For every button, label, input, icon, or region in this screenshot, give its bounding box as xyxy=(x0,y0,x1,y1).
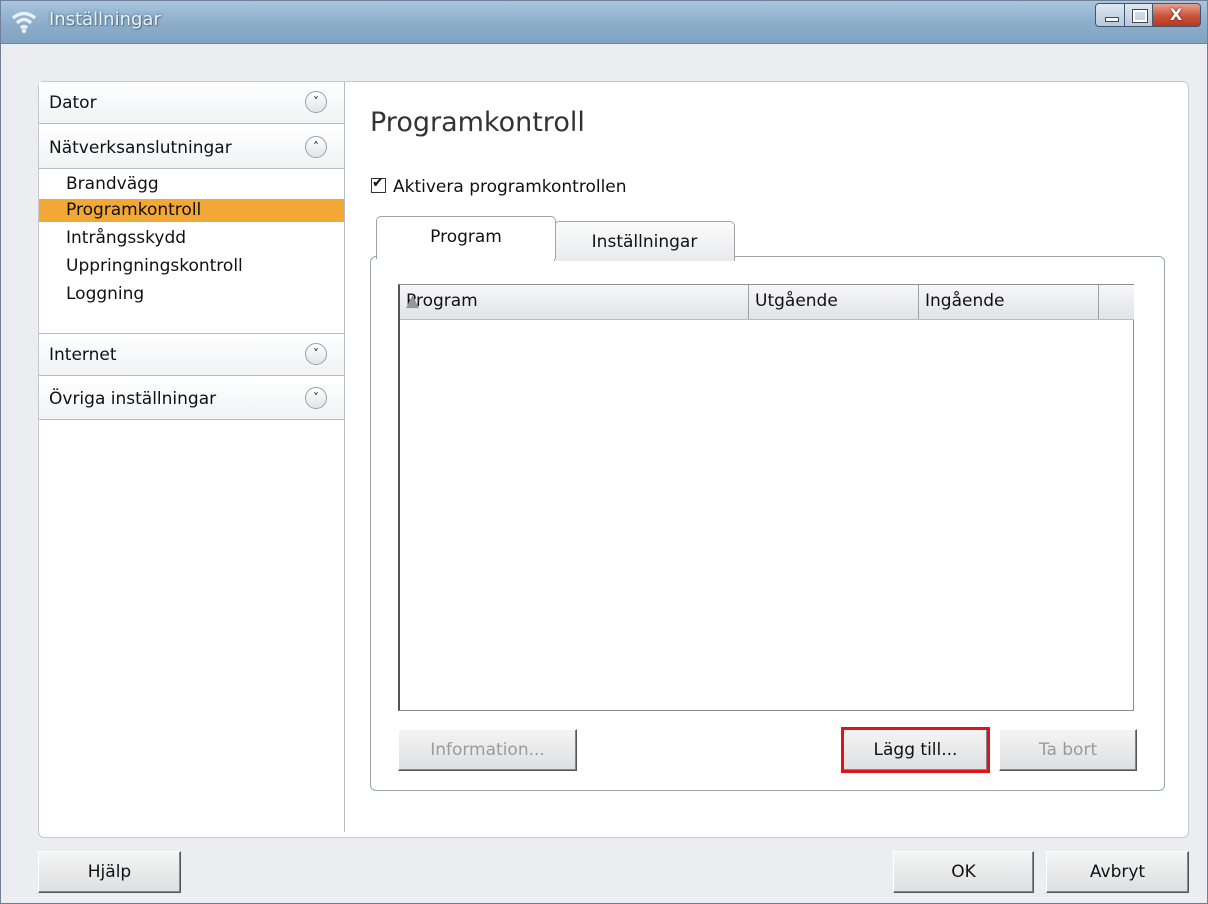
sidebar-item-label: Loggning xyxy=(66,284,145,304)
chevron-down-icon[interactable]: ˅ xyxy=(305,387,327,409)
chevron-up-icon[interactable]: ˄ xyxy=(305,136,327,158)
column-label: Utgående xyxy=(755,291,838,311)
sidebar-item-label: Brandvägg xyxy=(66,174,159,194)
sidebar-subitems: Brandvägg Programkontroll Intrångsskydd … xyxy=(39,170,344,334)
tab-label: Inställningar xyxy=(591,232,698,252)
help-button[interactable]: Hjälp xyxy=(38,851,181,893)
settings-window: Inställningar X Dator ˅ Nätverksanslutni… xyxy=(0,0,1208,904)
sidebar-item-loggning[interactable]: Loggning xyxy=(39,283,344,306)
maximize-button[interactable] xyxy=(1125,3,1153,27)
minimize-button[interactable] xyxy=(1095,3,1125,27)
sidebar-section-dator[interactable]: Dator ˅ xyxy=(39,82,344,124)
information-button[interactable]: Information... xyxy=(398,729,577,771)
tab-label: Program xyxy=(430,227,502,247)
column-header-ingaende[interactable]: Ingående xyxy=(919,285,1099,319)
sidebar-item-label: Intrångsskydd xyxy=(66,228,187,248)
sidebar-section-ovriga-installningar[interactable]: Övriga inställningar ˅ xyxy=(39,378,344,420)
add-button[interactable]: Lägg till... xyxy=(841,727,990,773)
sidebar-item-programkontroll[interactable]: Programkontroll xyxy=(39,199,344,222)
sidebar-section-label: Internet xyxy=(49,345,117,365)
sort-ascending-icon: ▲ xyxy=(406,291,420,311)
chevron-down-icon[interactable]: ˅ xyxy=(305,91,327,113)
close-icon: X xyxy=(1169,5,1183,24)
sidebar: Dator ˅ Nätverksanslutningar ˄ Brandvägg… xyxy=(39,82,345,832)
chevron-down-icon[interactable]: ˅ xyxy=(305,343,327,365)
sidebar-section-internet[interactable]: Internet ˅ xyxy=(39,334,344,376)
remove-button[interactable]: Ta bort xyxy=(999,729,1137,771)
sidebar-item-uppringningskontroll[interactable]: Uppringningskontroll xyxy=(39,255,344,278)
sidebar-section-label: Nätverksanslutningar xyxy=(49,138,232,158)
sidebar-section-label: Övriga inställningar xyxy=(49,389,217,409)
ok-button[interactable]: OK xyxy=(893,851,1034,893)
sidebar-section-natverksanslutningar[interactable]: Nätverksanslutningar ˄ xyxy=(39,127,344,169)
column-header-program[interactable]: Program ▲ xyxy=(400,285,749,319)
column-header-utgaende[interactable]: Utgående xyxy=(749,285,919,319)
column-label: Ingående xyxy=(925,291,1005,311)
close-button[interactable]: X xyxy=(1153,3,1201,27)
tab-program[interactable]: Program xyxy=(376,216,556,259)
tab-installningar[interactable]: Inställningar xyxy=(554,221,735,261)
enable-checkbox[interactable] xyxy=(371,175,386,193)
program-list[interactable]: Program ▲ Utgående Ingående xyxy=(398,284,1134,711)
sidebar-item-label: Programkontroll xyxy=(66,200,202,220)
sidebar-section-label: Dator xyxy=(49,93,97,113)
list-header: Program ▲ Utgående Ingående xyxy=(400,285,1134,320)
caption-buttons: X xyxy=(1095,3,1201,29)
title-bar[interactable]: Inställningar X xyxy=(1,1,1207,44)
wifi-icon xyxy=(11,11,37,34)
window-title: Inställningar xyxy=(49,9,161,30)
sidebar-item-brandvagg[interactable]: Brandvägg xyxy=(39,173,344,196)
sidebar-item-label: Uppringningskontroll xyxy=(66,256,243,276)
sidebar-item-intrangsskydd[interactable]: Intrångsskydd xyxy=(39,227,344,250)
cancel-button[interactable]: Avbryt xyxy=(1046,851,1189,893)
page-title: Programkontroll xyxy=(370,107,585,138)
enable-checkbox-label[interactable]: Aktivera programkontrollen xyxy=(393,177,627,197)
